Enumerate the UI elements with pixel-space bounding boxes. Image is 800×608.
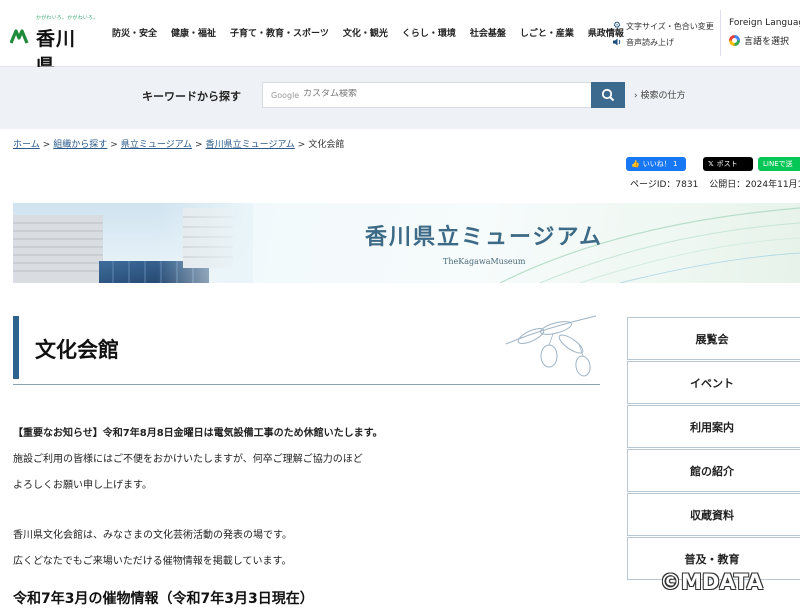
nav-item-living[interactable]: くらし・環境 xyxy=(402,26,456,39)
side-nav-guide[interactable]: 利用案内 xyxy=(627,405,800,448)
published-date: 公開日：2024年11月15 xyxy=(709,180,800,190)
breadcrumb: ホーム > 組織から探す > 県立ミュージアム > 香川県立ミュージアム > 文化会館 xyxy=(13,137,344,150)
search-box: Google xyxy=(262,82,592,108)
nav-item-industry[interactable]: しごと・産業 xyxy=(520,26,574,39)
gear-icon: ⚙ xyxy=(612,21,622,31)
read-aloud-label: 音声読み上げ xyxy=(626,37,674,47)
breadcrumb-museum[interactable]: 県立ミュージアム xyxy=(121,140,192,150)
breadcrumb-separator: > xyxy=(110,140,118,150)
breadcrumb-kagawa-museum[interactable]: 香川県立ミュージアム xyxy=(206,140,295,150)
side-nav-about[interactable]: 館の紹介 xyxy=(627,449,800,492)
nav-item-safety[interactable]: 防災・安全 xyxy=(112,26,157,39)
speaker-icon xyxy=(612,37,622,47)
logo-tagline: かがわいろ。かがわいろ。 xyxy=(36,15,99,21)
x-logo-icon: 𝕏 xyxy=(708,160,714,168)
google-icon xyxy=(729,35,740,46)
building-photo xyxy=(13,203,253,283)
foreign-language-label: Foreign Languag xyxy=(729,18,800,28)
search-icon xyxy=(601,88,615,102)
breadcrumb-separator: > xyxy=(195,140,203,150)
site-header: かがわいろ。かがわいろ。 香川県 防災・安全 健康・福祉 子育て・教育・スポーツ… xyxy=(0,0,800,77)
chevron-right-icon: › xyxy=(634,91,638,101)
global-nav: 防災・安全 健康・福祉 子育て・教育・スポーツ 文化・観光 くらし・環境 社会基… xyxy=(112,26,638,39)
search-help-link[interactable]: › 検索の仕方 xyxy=(634,88,686,101)
breadcrumb-home[interactable]: ホーム xyxy=(13,140,40,150)
page-meta: ページID：7831 公開日：2024年11月15 xyxy=(630,177,800,190)
page-title: 文化会館 xyxy=(35,338,119,362)
search-help-label: 検索の仕方 xyxy=(640,91,686,101)
post-label: ポスト xyxy=(716,160,738,168)
notice-line: 施設ご利用の皆様にはご不便をおかけいたしますが、何卒ご理解ご協力のほど xyxy=(13,454,363,465)
line-share-button[interactable]: LINEで送 xyxy=(758,157,800,171)
notice-line: 【重要なお知らせ】令和7年8月8日金曜日は電気設備工事のため休館いたします。 xyxy=(13,428,383,439)
search-section: キーワードから探す Google › 検索の仕方 xyxy=(0,67,800,129)
page-id: ページID：7831 xyxy=(630,180,699,190)
line-label: LINEで送 xyxy=(763,160,793,168)
read-aloud-link[interactable]: 音声読み上げ xyxy=(612,34,714,50)
title-accent-bar xyxy=(13,316,19,379)
breadcrumb-organization[interactable]: 組織から探す xyxy=(53,140,107,150)
thumbs-up-icon: 👍 xyxy=(631,160,640,168)
google-branding: Google xyxy=(271,91,300,100)
watermark: ©MDATA xyxy=(660,570,763,594)
side-nav-collection[interactable]: 収蔵資料 xyxy=(627,493,800,536)
accessibility-tools: ⚙ 文字サイズ・色合い変更 音声読み上げ xyxy=(612,18,714,50)
side-nav-events[interactable]: イベント xyxy=(627,361,800,404)
museum-banner[interactable]: 香川県立ミュージアム TheKagawaMuseum xyxy=(13,203,800,283)
like-label: いいね！ 1 xyxy=(642,160,678,168)
nav-item-culture[interactable]: 文化・観光 xyxy=(343,26,388,39)
banner-title: 香川県立ミュージアム xyxy=(365,224,604,250)
museum-side-nav: 展覧会 イベント 利用案内 館の紹介 収蔵資料 普及・教育 xyxy=(627,317,800,581)
text-size-label: 文字サイズ・色合い変更 xyxy=(626,21,714,31)
breadcrumb-current: 文化会館 xyxy=(308,140,345,150)
search-button[interactable] xyxy=(591,82,625,108)
notice-line: よろしくお願い申し上げます。 xyxy=(13,480,152,491)
banner-subtitle: TheKagawaMuseum xyxy=(443,257,526,266)
intro-line: 香川県文化会館は、みなさまの文化芸術活動の発表の場です。 xyxy=(13,530,292,541)
site-logo[interactable]: かがわいろ。かがわいろ。 香川県 xyxy=(10,14,98,77)
keyword-search-label: キーワードから探す xyxy=(142,90,241,103)
search-input[interactable] xyxy=(303,89,573,99)
olive-branch-icon xyxy=(505,315,597,377)
intro-line: 広くどなたでもご来場いただける催物情報を掲載しています。 xyxy=(13,556,292,567)
translate-button[interactable]: 言語を選択 xyxy=(729,34,789,47)
nav-item-infrastructure[interactable]: 社会基盤 xyxy=(470,26,506,39)
breadcrumb-separator: > xyxy=(42,140,51,150)
facebook-like-button[interactable]: 👍 いいね！ 1 xyxy=(626,157,686,171)
events-heading: 令和7年3月の催物情報（令和7年3月3日現在） xyxy=(13,591,314,607)
translate-button-label: 言語を選択 xyxy=(744,37,790,47)
kagawa-logo-icon xyxy=(10,29,29,44)
language-panel: Foreign Languag 言語を選択 xyxy=(720,10,800,56)
breadcrumb-separator: > xyxy=(297,140,306,150)
nav-item-education[interactable]: 子育て・教育・スポーツ xyxy=(230,26,329,39)
nav-item-health[interactable]: 健康・福祉 xyxy=(171,26,216,39)
side-nav-exhibitions[interactable]: 展覧会 xyxy=(627,317,800,360)
x-post-button[interactable]: 𝕏 ポスト xyxy=(703,157,753,171)
page-title-block: 文化会館 xyxy=(13,315,600,385)
text-size-link[interactable]: ⚙ 文字サイズ・色合い変更 xyxy=(612,18,714,34)
